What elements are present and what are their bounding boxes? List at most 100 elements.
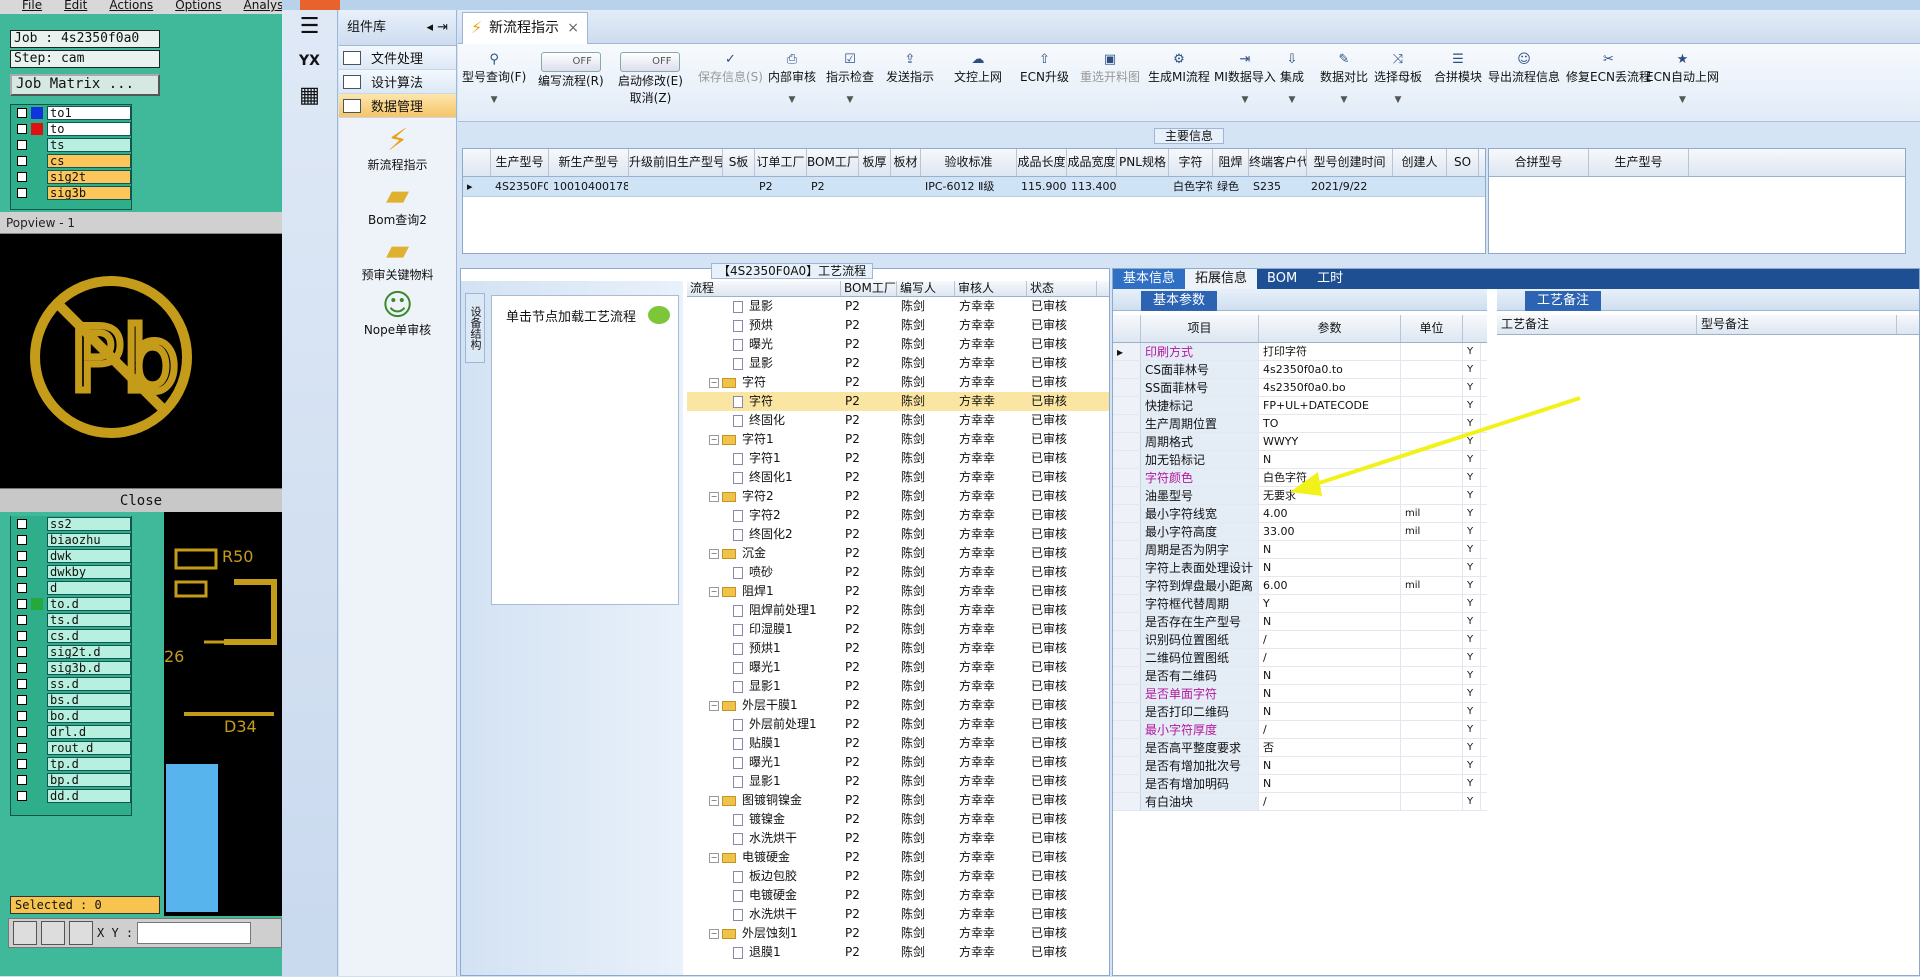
param-row[interactable]: 周期是否为阴字 N Y — [1113, 541, 1487, 559]
collapse-icon[interactable]: − — [709, 434, 719, 445]
column-header[interactable]: 编写人 — [897, 281, 955, 296]
column-header[interactable]: 字符 — [1169, 149, 1213, 176]
popview-close-button[interactable]: Close — [0, 488, 282, 512]
param-value[interactable]: N — [1259, 757, 1401, 774]
column-header[interactable]: S板 — [723, 149, 755, 176]
layer-checkbox[interactable] — [17, 743, 27, 753]
layer-checkbox[interactable] — [17, 615, 27, 625]
toolbar-button[interactable]: ⇪ 发送指示 — [886, 52, 934, 85]
param-value[interactable]: 4s2350f0a0.to — [1259, 361, 1401, 378]
flow-row[interactable]: 预烘 P2 陈剑 方幸幸 已审核 — [687, 316, 1109, 335]
flow-row[interactable]: 退膜1 P2 陈剑 方幸幸 已审核 — [687, 943, 1109, 962]
flow-row[interactable]: − 阻焊1 P2 陈剑 方幸幸 已审核 — [687, 582, 1109, 601]
column-header[interactable]: 生产型号 — [1589, 149, 1689, 176]
layer-checkbox[interactable] — [17, 535, 27, 545]
column-header[interactable]: 成品长度 — [1017, 149, 1067, 176]
toolbar-button[interactable]: ✂ 修复ECN丢流程 — [1566, 52, 1651, 85]
param-value[interactable]: 33.00 — [1259, 523, 1401, 540]
collapse-icon[interactable]: − — [709, 377, 719, 388]
flow-tree[interactable]: 流程 BOM工厂 编写人 审核人 状态 显影 P2 陈剑 方幸幸 已审核 预烘 P2 陈剑 方幸幸 已审核… — [687, 281, 1109, 975]
layer-row[interactable]: sig3b.d — [11, 660, 131, 676]
collapse-icon[interactable]: − — [709, 852, 719, 863]
param-value[interactable]: 打印字符 — [1259, 343, 1401, 360]
layer-checkbox[interactable] — [17, 695, 27, 705]
flow-row[interactable]: − 外层蚀刻1 P2 陈剑 方幸幸 已审核 — [687, 924, 1109, 943]
param-value[interactable]: / — [1259, 793, 1401, 810]
layer-row[interactable]: drl.d — [11, 724, 131, 740]
chevron-down-icon[interactable]: ▼ — [1646, 95, 1719, 105]
cam-menu-item[interactable]: Edit — [64, 0, 87, 12]
flow-row[interactable]: 预烘1 P2 陈剑 方幸幸 已审核 — [687, 639, 1109, 658]
model-grid[interactable]: 生产型号 新生产型号 升级前旧生产型号 S板 订单工厂 BOM工厂 板厚 板材 验收标准 成品长度… — [462, 148, 1486, 254]
layer-checkbox[interactable] — [17, 791, 27, 801]
param-row[interactable]: 快捷标记 FP+UL+DATECODE Y — [1113, 397, 1487, 415]
cam-menu-item[interactable]: Analys — [244, 0, 283, 12]
column-header[interactable]: SO — [1447, 149, 1479, 176]
layer-row[interactable]: dd.d — [11, 788, 131, 804]
layer-checkbox[interactable] — [17, 727, 27, 737]
toolbar-button[interactable]: OFF 编写流程(R) — [538, 52, 604, 89]
column-header[interactable]: 升级前旧生产型号 — [629, 149, 723, 176]
menu-icon[interactable]: ☰ — [282, 14, 337, 39]
param-value[interactable]: N — [1259, 685, 1401, 702]
layer-row[interactable]: tp.d — [11, 756, 131, 772]
model-grid-row[interactable]: ▸4S2350F0A010010400178577 P2P2 IPC-6012 Ⅱ级… — [463, 177, 1485, 197]
flow-row[interactable]: 电镀硬金 P2 陈剑 方幸幸 已审核 — [687, 886, 1109, 905]
param-row[interactable]: 生产周期位置 TO Y — [1113, 415, 1487, 433]
param-row[interactable]: 字符到焊盘最小距离 6.00 mil Y — [1113, 577, 1487, 595]
column-header[interactable]: 终端客户代码 — [1249, 149, 1307, 176]
flow-row[interactable]: 外层前处理1 P2 陈剑 方幸幸 已审核 — [687, 715, 1109, 734]
param-row[interactable]: 是否有增加明码 N Y — [1113, 775, 1487, 793]
chevron-down-icon[interactable]: ▼ — [1280, 95, 1304, 105]
job-matrix-button[interactable]: Job Matrix ... — [10, 74, 160, 96]
flow-row[interactable]: 显影1 P2 陈剑 方幸幸 已审核 — [687, 677, 1109, 696]
param-value[interactable]: / — [1259, 649, 1401, 666]
tab-new-flow[interactable]: ⚡ 新流程指示 × — [462, 12, 588, 44]
param-row[interactable]: CS面菲林号 4s2350f0a0.to Y — [1113, 361, 1487, 379]
layer-checkbox[interactable] — [17, 711, 27, 721]
detail-tab[interactable]: 拓展信息 — [1185, 269, 1258, 289]
param-value[interactable]: N — [1259, 667, 1401, 684]
param-row[interactable]: 最小字符高度 33.00 mil Y — [1113, 523, 1487, 541]
param-row[interactable]: 最小字符厚度 / Y — [1113, 721, 1487, 739]
cad-view[interactable]: R50 26 D34 — [164, 512, 282, 916]
cam-menu-item[interactable]: Options — [175, 0, 221, 12]
layer-row[interactable]: sig2t — [11, 169, 131, 185]
layer-checkbox[interactable] — [17, 759, 27, 769]
param-value[interactable]: N — [1259, 559, 1401, 576]
flow-row[interactable]: 印湿膜1 P2 陈剑 方幸幸 已审核 — [687, 620, 1109, 639]
flow-row[interactable]: 板边包胶 P2 陈剑 方幸幸 已审核 — [687, 867, 1109, 886]
tool-button-2[interactable] — [41, 921, 65, 945]
toolbar-button[interactable]: ⚙ 生成MI流程 — [1148, 52, 1210, 85]
merge-grid[interactable]: 合拼型号 生产型号 — [1488, 148, 1906, 254]
toggle-switch[interactable]: OFF — [540, 52, 601, 72]
param-value[interactable]: Y — [1259, 595, 1401, 612]
param-row[interactable]: 是否有二维码 N Y — [1113, 667, 1487, 685]
flow-row[interactable]: − 电镀硬金 P2 陈剑 方幸幸 已审核 — [687, 848, 1109, 867]
param-value[interactable]: 无要求 — [1259, 487, 1401, 504]
flow-row[interactable]: − 沉金 P2 陈剑 方幸幸 已审核 — [687, 544, 1109, 563]
flow-row[interactable]: 终固化1 P2 陈剑 方幸幸 已审核 — [687, 468, 1109, 487]
layer-row[interactable]: sig3b — [11, 185, 131, 201]
calculator-icon[interactable]: ▦ — [282, 83, 337, 108]
column-header[interactable]: 成品宽度 — [1067, 149, 1117, 176]
layer-checkbox[interactable] — [17, 551, 27, 561]
toolbar-button[interactable]: OFF 启动修改(E) 取消(Z) — [618, 52, 683, 106]
param-row[interactable]: 周期格式 WWYY Y — [1113, 433, 1487, 451]
flow-row[interactable]: 字符1 P2 陈剑 方幸幸 已审核 — [687, 449, 1109, 468]
layer-checkbox[interactable] — [17, 140, 27, 150]
layer-checkbox[interactable] — [17, 567, 27, 577]
param-row[interactable]: 识别码位置图纸 / Y — [1113, 631, 1487, 649]
param-value[interactable]: 白色字符 — [1259, 469, 1401, 486]
layer-row[interactable]: bs.d — [11, 692, 131, 708]
flow-row[interactable]: 水洗烘干 P2 陈剑 方幸幸 已审核 — [687, 905, 1109, 924]
param-row[interactable]: 加无铅标记 N Y — [1113, 451, 1487, 469]
chevron-down-icon[interactable]: ▼ — [768, 95, 816, 105]
column-header[interactable]: 板厚 — [859, 149, 891, 176]
layer-row[interactable]: rout.d — [11, 740, 131, 756]
cam-menu-item[interactable]: File — [22, 0, 42, 12]
param-value[interactable]: 4.00 — [1259, 505, 1401, 522]
toolbar-button[interactable]: ⇩ 集成 ▼ — [1280, 52, 1304, 105]
toolbar-button[interactable]: ⇥ MI数据导入 ▼ — [1214, 52, 1276, 105]
layer-row[interactable]: dwk — [11, 548, 131, 564]
